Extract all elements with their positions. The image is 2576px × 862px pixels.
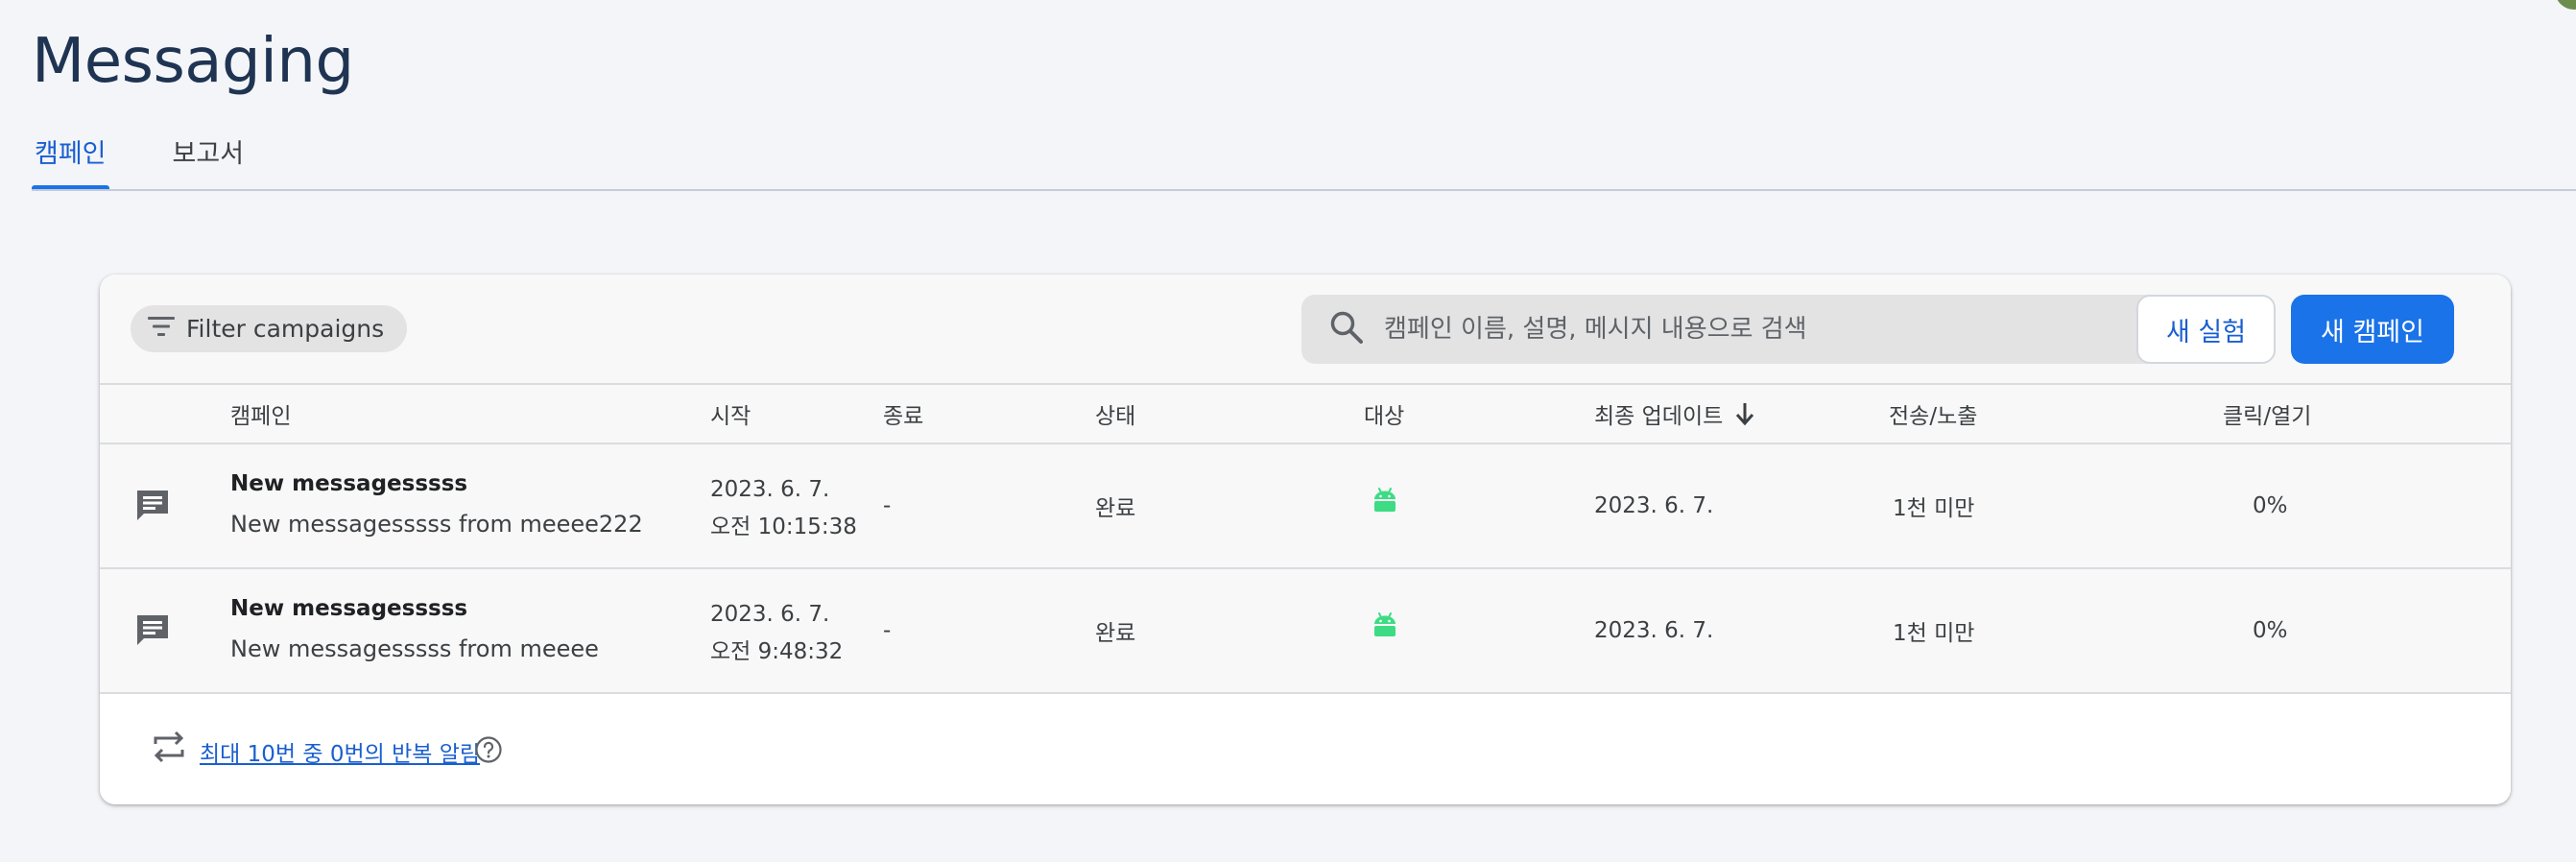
table-row[interactable]: New messagesssss New messagesssss from m… (100, 569, 2511, 694)
column-header-last-updated[interactable]: 최종 업데이트 (1594, 385, 1755, 443)
filter-label: Filter campaigns (186, 315, 385, 343)
android-icon (1371, 611, 1398, 642)
filter-campaigns-button[interactable]: Filter campaigns (131, 305, 408, 352)
sends-value: 1천 미만 (1893, 621, 1975, 646)
message-icon (134, 488, 171, 528)
column-header-target[interactable]: 대상 (1364, 385, 1404, 443)
campaigns-toolbar: Filter campaigns 새 실험 새 캠페인 (100, 275, 2511, 384)
start-date: 2023. 6. 7. (710, 477, 830, 502)
sends-value: 1천 미만 (1893, 496, 1975, 521)
android-icon (1371, 487, 1398, 517)
status-value: 완료 (1095, 496, 1136, 521)
filter-icon (148, 315, 175, 343)
campaigns-card: Filter campaigns 새 실험 새 캠페인 캠페인 시작 종료 상태… (100, 275, 2511, 804)
help-icon[interactable] (474, 735, 503, 768)
last-updated-value: 2023. 6. 7. (1594, 493, 1714, 518)
card-footer: 최대 10번 중 0번의 반복 알림 (100, 694, 2511, 804)
repeat-icon (150, 728, 188, 770)
end-value: - (883, 618, 892, 643)
tab-campaigns[interactable]: 캠페인 (32, 125, 109, 190)
column-header-status[interactable]: 상태 (1095, 385, 1135, 443)
column-header-start[interactable]: 시작 (710, 385, 751, 443)
table-row[interactable]: New messagesssss New messagesssss from m… (100, 444, 2511, 569)
campaign-description: New messagesssss from meeee (230, 635, 599, 662)
end-value: - (883, 493, 892, 518)
campaign-search[interactable] (1301, 295, 2219, 364)
column-header-campaign[interactable]: 캠페인 (230, 385, 291, 443)
new-campaign-button[interactable]: 새 캠페인 (2291, 295, 2454, 364)
clicks-value: 0% (2253, 493, 2288, 518)
status-value: 완료 (1095, 621, 1136, 646)
sort-descending-icon (1734, 401, 1755, 426)
repeat-notifications-link[interactable]: 최대 10번 중 0번의 반복 알림 (200, 735, 480, 768)
tabs-divider (32, 189, 2576, 191)
start-date: 2023. 6. 7. (710, 602, 830, 627)
account-avatar[interactable] (2555, 0, 2576, 10)
messaging-page: Messaging 캠페인 보고서 Filter campaigns 캠페인 이… (0, 0, 2576, 862)
page-title: Messaging (32, 26, 354, 97)
start-time: 오전 9:48:32 (710, 639, 844, 664)
column-header-last-updated-label: 최종 업데이트 (1594, 404, 1724, 429)
column-header-clicks[interactable]: 클릭/열기 (2223, 385, 2311, 443)
clicks-value: 0% (2253, 618, 2288, 643)
campaign-name[interactable]: New messagesssss (230, 596, 467, 621)
column-header-sends[interactable]: 전송/노출 (1889, 385, 1977, 443)
start-time: 오전 10:15:38 (710, 515, 857, 539)
campaign-name[interactable]: New messagesssss (230, 471, 467, 496)
campaign-description: New messagesssss from meeee222 (230, 511, 643, 538)
tab-reports[interactable]: 보고서 (170, 125, 248, 190)
tab-bar: 캠페인 보고서 (32, 125, 247, 190)
last-updated-value: 2023. 6. 7. (1594, 618, 1714, 643)
new-experiment-button[interactable]: 새 실험 (2136, 295, 2276, 364)
search-input[interactable] (1384, 315, 2171, 344)
message-icon (134, 612, 171, 653)
table-header: 캠페인 시작 종료 상태 대상 최종 업데이트 전송/노출 클릭/열기 (100, 383, 2511, 444)
search-icon (1328, 309, 1365, 349)
column-header-end[interactable]: 종료 (883, 385, 923, 443)
